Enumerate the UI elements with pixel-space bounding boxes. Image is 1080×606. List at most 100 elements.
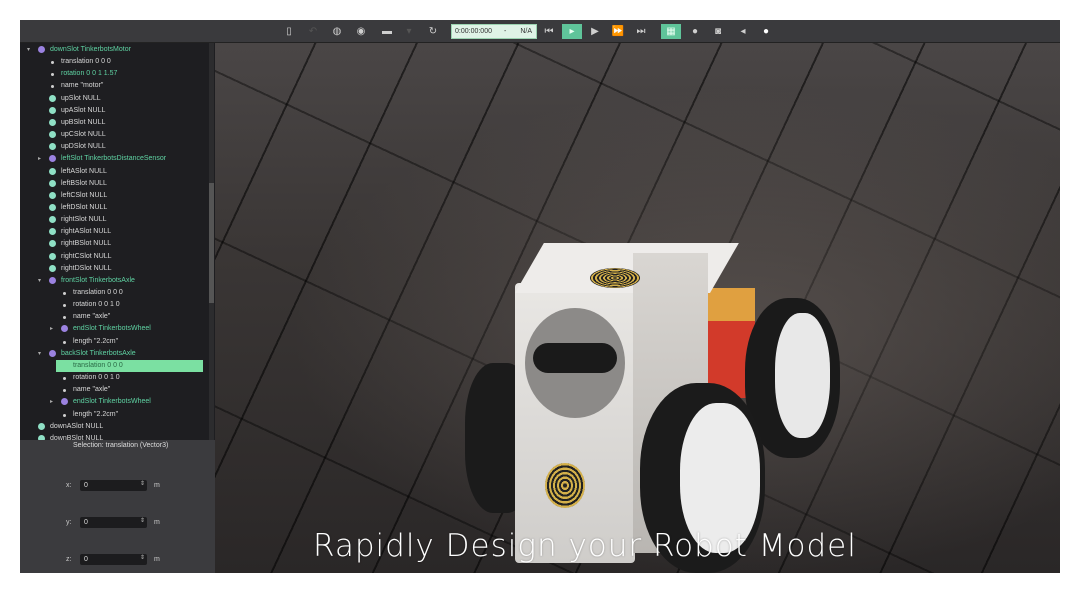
x-spinner-icon[interactable]: ⇕ <box>140 480 145 487</box>
tree-item[interactable]: upBSlot NULL <box>20 117 208 129</box>
tree-item[interactable]: length "2.2cm" <box>20 336 208 348</box>
null-slot-icon <box>49 118 56 126</box>
field-bullet-icon <box>63 413 66 417</box>
open-folder-icon[interactable]: ▬ <box>378 24 396 39</box>
tree-item[interactable]: leftBSlot NULL <box>20 178 208 190</box>
y-spinner-icon[interactable]: ⇕ <box>140 517 145 524</box>
tree-item[interactable]: translation 0 0 0 <box>20 287 208 299</box>
null-slot-icon <box>49 106 56 114</box>
tree-item[interactable]: rotation 0 0 1 1.57 <box>20 68 208 80</box>
sound-icon[interactable]: ◂ <box>734 24 752 39</box>
proto-node-icon <box>49 349 56 357</box>
tree-item[interactable]: name "axle" <box>20 384 208 396</box>
pause-icon[interactable]: ▸ <box>562 24 582 39</box>
3d-viewport[interactable]: Rapidly Design your Robot Model <box>215 43 1060 573</box>
field-bullet-icon <box>63 304 66 308</box>
tree-item-label: length "2.2cm" <box>73 410 119 418</box>
tree-item[interactable]: ▾ frontSlot TinkerbotsAxle <box>20 275 208 287</box>
z-input[interactable]: 0 <box>80 554 147 565</box>
tree-item[interactable]: rightASlot NULL <box>20 226 208 238</box>
null-slot-icon <box>49 252 56 260</box>
render-icon[interactable]: ▦ <box>661 24 681 39</box>
expand-arrow-icon[interactable]: ▸ <box>38 153 41 165</box>
expand-arrow-icon[interactable]: ▸ <box>50 396 53 408</box>
tree-item[interactable]: leftDSlot NULL <box>20 202 208 214</box>
tree-item-label: name "motor" <box>61 82 104 90</box>
tree-item-label: translation 0 0 0 <box>61 58 111 66</box>
tree-item-label: leftASlot NULL <box>61 167 107 175</box>
save-icon[interactable]: ▾ <box>400 24 418 39</box>
play-icon[interactable]: ▶ <box>586 24 604 39</box>
tree-item[interactable]: leftASlot NULL <box>20 166 208 178</box>
record-icon[interactable]: ● <box>686 24 704 39</box>
tree-item-label: rotation 0 0 1 1.57 <box>61 70 118 78</box>
scrollbar-thumb[interactable] <box>209 183 214 303</box>
tree-item[interactable]: translation 0 0 0 <box>56 359 203 372</box>
scene-tree-toggle-icon[interactable]: ▯ <box>280 24 298 39</box>
fast-forward-icon[interactable]: ⏩ <box>609 24 627 39</box>
tree-item[interactable]: rightBSlot NULL <box>20 238 208 250</box>
tree-item[interactable]: leftCSlot NULL <box>20 190 208 202</box>
speed-value: N/A <box>520 28 532 35</box>
reset-icon[interactable]: ⏮ <box>540 24 558 39</box>
tree-item[interactable]: rotation 0 0 1 0 <box>20 372 208 384</box>
y-input[interactable]: 0 <box>80 517 147 528</box>
tree-item[interactable]: rightDSlot NULL <box>20 263 208 275</box>
tree-item-label: translation 0 0 0 <box>73 361 123 369</box>
undo-icon[interactable]: ↶ <box>304 24 322 39</box>
fastest-icon[interactable]: ⏭ <box>632 24 650 39</box>
expand-arrow-icon[interactable]: ▸ <box>50 323 53 335</box>
reload-icon[interactable]: ↻ <box>424 24 442 39</box>
tree-item[interactable]: rightSlot NULL <box>20 214 208 226</box>
tree-item[interactable]: length "2.2cm" <box>20 409 208 421</box>
light-icon[interactable]: ● <box>757 24 775 39</box>
z-spinner-icon[interactable]: ⇕ <box>140 554 145 561</box>
tree-item-label: endSlot TinkerbotsWheel <box>73 398 151 406</box>
null-slot-icon <box>49 143 56 151</box>
z-label: z: <box>66 556 72 563</box>
null-slot-icon <box>49 179 56 187</box>
tree-item[interactable]: ▾ backSlot TinkerbotsAxle <box>20 348 208 360</box>
tree-item-label: backSlot TinkerbotsAxle <box>61 349 136 357</box>
tree-item[interactable]: downBSlot NULL <box>20 433 208 440</box>
tree-item-label: rightSlot NULL <box>61 216 107 224</box>
y-label: y: <box>66 519 72 526</box>
tree-item-label: frontSlot TinkerbotsAxle <box>61 276 135 284</box>
tree-item-label: rightBSlot NULL <box>61 240 112 248</box>
tree-item[interactable]: ▸ leftSlot TinkerbotsDistanceSensor <box>20 153 208 165</box>
tree-item[interactable]: ▸ endSlot TinkerbotsWheel <box>20 323 208 335</box>
field-bullet-icon <box>63 389 66 393</box>
tree-item-label: upBSlot NULL <box>61 118 106 126</box>
tree-item[interactable]: upCSlot NULL <box>20 129 208 141</box>
tree-item[interactable]: rightCSlot NULL <box>20 251 208 263</box>
proto-node-icon <box>49 155 56 163</box>
tree-item[interactable]: translation 0 0 0 <box>20 56 208 68</box>
simulation-time-display: 0:00:00:000 - N/A <box>451 24 537 39</box>
collapse-arrow-icon[interactable]: ▾ <box>38 348 41 360</box>
tree-item-label: length "2.2cm" <box>73 337 119 345</box>
collapse-arrow-icon[interactable]: ▾ <box>38 275 41 287</box>
tree-item[interactable]: name "axle" <box>20 311 208 323</box>
video-caption: Rapidly Design your Robot Model <box>313 528 857 564</box>
tree-item[interactable]: downASlot NULL <box>20 421 208 433</box>
null-slot-icon <box>49 216 56 224</box>
field-bullet-icon <box>51 85 54 89</box>
tree-item[interactable]: upDSlot NULL <box>20 141 208 153</box>
tree-item[interactable]: ▸ endSlot TinkerbotsWheel <box>20 396 208 408</box>
null-slot-icon <box>49 228 56 236</box>
tree-item[interactable]: upASlot NULL <box>20 105 208 117</box>
field-bullet-icon <box>51 73 54 77</box>
tree-item[interactable]: rotation 0 0 1 0 <box>20 299 208 311</box>
camera-icon[interactable]: ◙ <box>709 24 727 39</box>
tree-item[interactable]: ▾ downSlot TinkerbotsMotor <box>20 44 208 56</box>
collapse-arrow-icon[interactable]: ▾ <box>27 44 30 56</box>
tree-item[interactable]: name "motor" <box>20 80 208 92</box>
tree-item-label: leftBSlot NULL <box>61 179 107 187</box>
globe-icon[interactable]: ◍ <box>328 24 346 39</box>
tree-item[interactable]: upSlot NULL <box>20 93 208 105</box>
robot-back-wheel-hub <box>775 313 830 438</box>
eye-icon[interactable]: ◉ <box>352 24 370 39</box>
tree-item-label: upDSlot NULL <box>61 143 106 151</box>
tree-item-label: upASlot NULL <box>61 106 106 114</box>
x-input[interactable]: 0 <box>80 480 147 491</box>
